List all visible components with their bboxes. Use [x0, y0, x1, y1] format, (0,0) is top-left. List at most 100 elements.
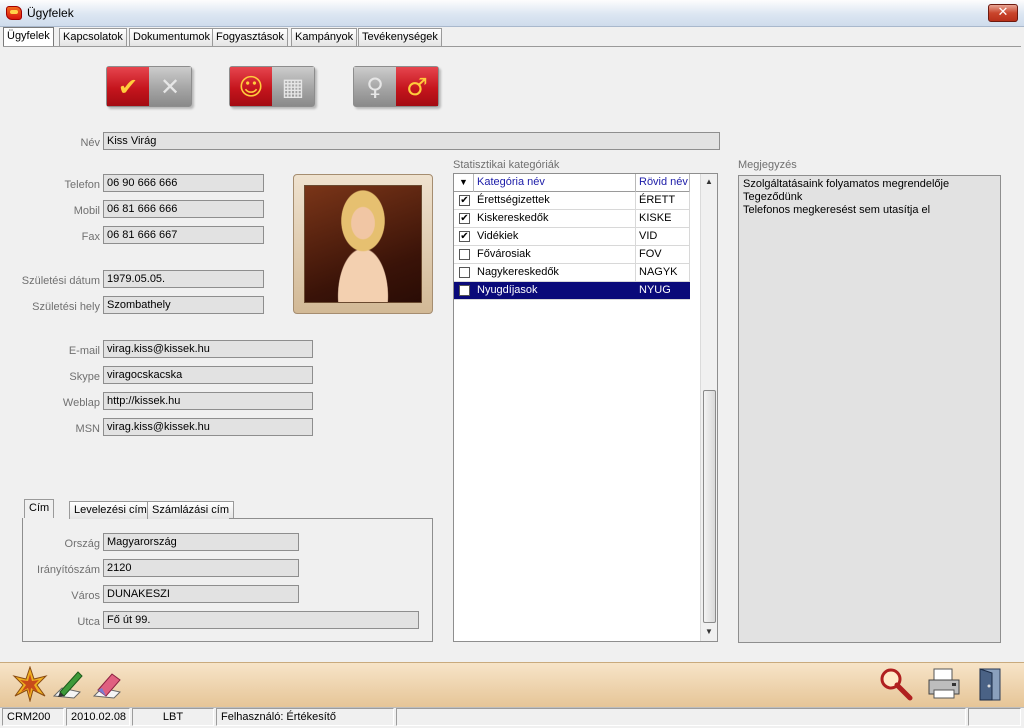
category-name: Fővárosiak [474, 246, 636, 263]
smiley-icon[interactable]: ☺ [230, 67, 272, 106]
column-header-short[interactable]: Rövid név [636, 174, 690, 192]
notes-line: Tegeződünk [743, 191, 803, 203]
tab-mailing-address[interactable]: Levelezési cím [69, 501, 152, 519]
row-checkbox[interactable] [459, 267, 470, 278]
email-field[interactable]: virag.kiss@kissek.hu [103, 340, 313, 358]
city-field[interactable]: DUNAKESZI [103, 585, 299, 603]
country-label: Ország [64, 538, 100, 550]
tab-tevekenysegek[interactable]: Tevékenységek [358, 28, 442, 46]
bottom-toolbar [0, 662, 1024, 707]
category-name: Kiskereskedők [474, 210, 636, 227]
window-title: Ügyfelek [27, 6, 74, 20]
categories-grid[interactable]: ▼ Kategória név Rövid név ✔ Érettségizet… [453, 173, 718, 642]
table-row[interactable]: Nagykereskedők NAGYK [454, 264, 690, 282]
msn-field[interactable]: virag.kiss@kissek.hu [103, 418, 313, 436]
tab-billing-address[interactable]: Számlázási cím [147, 501, 235, 519]
street-field[interactable]: Fő út 99. [103, 611, 419, 629]
notes-line: Szolgáltatásaink folyamatos megrendelője [743, 178, 950, 190]
mobile-field[interactable]: 06 81 666 666 [103, 200, 264, 218]
category-short: NAGYK [636, 264, 690, 281]
exit-door-icon[interactable] [972, 666, 1008, 702]
status-toggle[interactable]: ✔ ✕ [106, 66, 192, 107]
table-row[interactable]: ✔ Érettségizettek ÉRETT [454, 192, 690, 210]
building-icon[interactable]: ▦ [272, 67, 314, 106]
table-row[interactable]: ✔ Kiskereskedők KISKE [454, 210, 690, 228]
row-checkbox[interactable]: ✔ [459, 213, 470, 224]
status-empty-2 [968, 708, 1021, 726]
status-code: LBT [132, 708, 214, 726]
category-short: KISKE [636, 210, 690, 227]
close-button[interactable]: ✕ [988, 4, 1018, 22]
mobile-label: Mobil [73, 205, 100, 217]
person-company-toggle[interactable]: ☺ ▦ [229, 66, 315, 107]
country-field[interactable]: Magyarország [103, 533, 299, 551]
scroll-up-icon[interactable]: ▲ [701, 174, 717, 190]
fax-field[interactable]: 06 81 666 667 [103, 226, 264, 244]
birth-place-field[interactable]: Szombathely [103, 296, 264, 314]
phone-field[interactable]: 06 90 666 666 [103, 174, 264, 192]
row-checkbox[interactable] [459, 285, 470, 296]
birth-date-label: Születési dátum [21, 275, 100, 287]
table-row[interactable]: ✔ Vidékiek VID [454, 228, 690, 246]
contact-photo [304, 185, 422, 303]
website-field[interactable]: http://kissek.hu [103, 392, 313, 410]
row-checkbox[interactable]: ✔ [459, 231, 470, 242]
status-user: Felhasználó: Értékesítő [216, 708, 394, 726]
category-short: VID [636, 228, 690, 245]
scroll-thumb[interactable] [703, 390, 716, 623]
birth-place-label: Születési hely [32, 301, 100, 313]
tab-kampanyok[interactable]: Kampányok [291, 28, 358, 46]
category-short: ÉRETT [636, 192, 690, 209]
notes-label: Megjegyzés [738, 159, 797, 171]
birth-date-field[interactable]: 1979.05.05. [103, 270, 264, 288]
female-icon[interactable]: ♀ [354, 67, 396, 106]
photo-frame[interactable] [293, 174, 433, 314]
new-star-icon[interactable] [12, 666, 48, 702]
category-name: Érettségizettek [474, 192, 636, 209]
row-checkbox[interactable] [459, 249, 470, 260]
tab-dokumentumok[interactable]: Dokumentumok [129, 28, 215, 46]
table-row-selected[interactable]: Nyugdíjasok NYUG [454, 282, 690, 300]
msn-label: MSN [75, 423, 100, 435]
phone-label: Telefon [64, 179, 100, 191]
tab-address[interactable]: Cím [24, 499, 55, 518]
check-icon[interactable]: ✔ [107, 67, 149, 106]
tab-fogyasztasok[interactable]: Fogyasztások [212, 28, 288, 46]
category-name: Vidékiek [474, 228, 636, 245]
row-checkbox[interactable]: ✔ [459, 195, 470, 206]
zip-label: Irányítószám [37, 564, 100, 576]
tab-kapcsolatok[interactable]: Kapcsolatok [59, 28, 127, 46]
sort-dropdown-icon[interactable]: ▼ [454, 174, 474, 192]
categories-label: Statisztikai kategóriák [453, 159, 560, 171]
street-label: Utca [77, 616, 100, 628]
edit-pen-icon[interactable] [50, 666, 86, 702]
erase-icon[interactable] [90, 666, 126, 702]
notes-textarea[interactable]: Szolgáltatásaink folyamatos megrendelője… [738, 175, 1001, 643]
table-row[interactable]: Fővárosiak FOV [454, 246, 690, 264]
skype-label: Skype [69, 371, 100, 383]
email-label: E-mail [68, 345, 100, 357]
grid-header: ▼ Kategória név Rövid név [454, 174, 690, 192]
name-field[interactable]: Kiss Virág [103, 132, 720, 150]
scroll-down-icon[interactable]: ▼ [701, 624, 717, 640]
tab-ugyfelek[interactable]: Ügyfelek [3, 27, 54, 46]
website-label: Weblap [62, 397, 100, 409]
skype-field[interactable]: viragocskacska [103, 366, 313, 384]
fax-label: Fax [81, 231, 100, 243]
search-icon[interactable] [878, 666, 914, 702]
column-header-name[interactable]: Kategória név [474, 174, 636, 192]
category-name: Nagykereskedők [474, 264, 636, 281]
male-icon[interactable]: ♂ [396, 67, 438, 106]
status-app: CRM200 [2, 708, 64, 726]
categories-scrollbar[interactable]: ▲ ▼ [700, 174, 717, 641]
tab-divider [3, 46, 1021, 47]
category-short: FOV [636, 246, 690, 263]
gender-toggle[interactable]: ♀ ♂ [353, 66, 439, 107]
title-bar [0, 0, 1024, 27]
zip-field[interactable]: 2120 [103, 559, 299, 577]
status-empty [396, 708, 966, 726]
print-icon[interactable] [926, 666, 962, 702]
app-logo-icon [6, 6, 22, 20]
cross-icon[interactable]: ✕ [149, 67, 191, 106]
category-name: Nyugdíjasok [474, 282, 636, 299]
